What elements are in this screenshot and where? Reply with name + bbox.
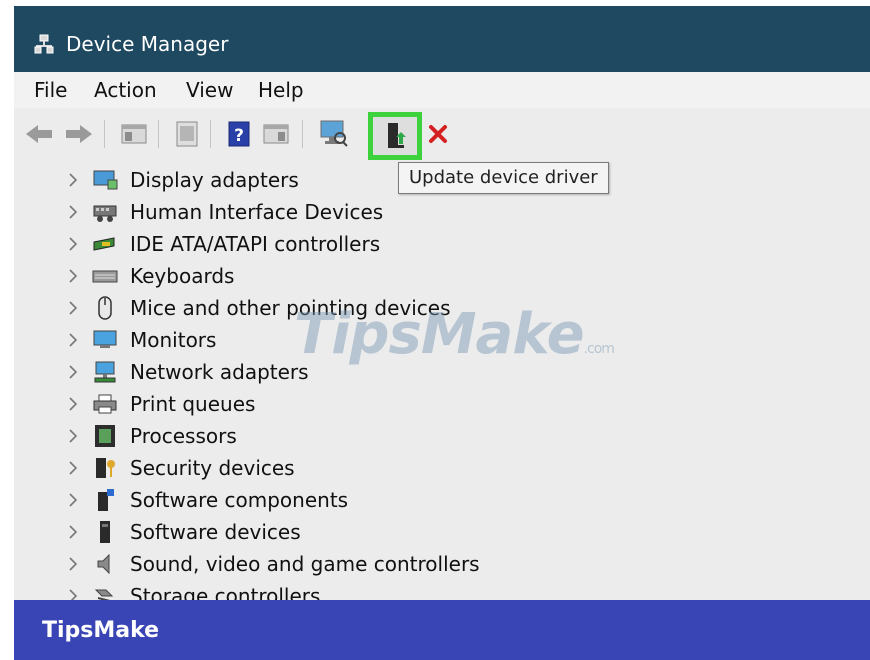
toolbar-separator [302, 120, 303, 148]
chevron-right-icon[interactable] [66, 267, 80, 285]
menu-bar: File Action View Help [14, 72, 870, 108]
chevron-right-icon[interactable] [66, 491, 80, 509]
tree-item-label: IDE ATA/ATAPI controllers [130, 232, 381, 256]
security-device-icon [96, 458, 115, 478]
scan-hardware-icon[interactable] [318, 118, 348, 148]
tree-item-security-devices[interactable]: Security devices [14, 454, 534, 484]
hid-icon [93, 205, 117, 222]
processor-icon [95, 425, 115, 447]
tree-item-label: Security devices [130, 456, 295, 480]
software-device-icon [100, 521, 110, 543]
toolbar-separator [104, 120, 105, 148]
display-adapter-icon [93, 170, 118, 190]
tree-item-label: Network adapters [130, 360, 309, 384]
network-adapter-icon [94, 361, 116, 383]
speaker-icon [97, 553, 110, 575]
mouse-icon [98, 296, 112, 320]
tree-item-storage-controllers[interactable]: Storage controllers [14, 582, 534, 600]
storage-controller-icon [94, 589, 114, 600]
properties-icon[interactable] [174, 120, 200, 148]
tree-item-software-devices[interactable]: Software devices [14, 518, 534, 548]
tree-item-sound-video-game-controllers[interactable]: Sound, video and game controllers [14, 550, 534, 580]
ide-controller-icon [93, 237, 115, 251]
forward-arrow-icon[interactable] [62, 122, 94, 146]
uninstall-device-icon[interactable] [428, 124, 448, 144]
menu-help[interactable]: Help [258, 78, 304, 102]
chevron-right-icon[interactable] [66, 331, 80, 349]
help-icon[interactable]: ? [226, 120, 252, 148]
chevron-right-icon[interactable] [66, 363, 80, 381]
chevron-right-icon[interactable] [66, 203, 80, 221]
printer-icon [93, 394, 117, 414]
menu-action[interactable]: Action [94, 78, 157, 102]
tree-item-processors[interactable]: Processors [14, 422, 534, 452]
show-hide-console-tree-icon[interactable] [120, 122, 148, 146]
toolbar-separator [210, 120, 211, 148]
toolbar-separator [158, 120, 159, 148]
tree-item-label: Keyboards [130, 264, 235, 288]
tree-item-label: Monitors [130, 328, 217, 352]
tree-item-label: Display adapters [130, 168, 299, 192]
menu-view[interactable]: View [186, 78, 233, 102]
screenshot-frame: Device Manager File Action View Help ? U… [0, 0, 870, 660]
tree-item-label: Human Interface Devices [130, 200, 384, 224]
watermark-suffix: .com [583, 341, 615, 357]
chevron-right-icon[interactable] [66, 459, 80, 477]
window-title: Device Manager [66, 32, 229, 56]
tree-item-monitors[interactable]: Monitors [14, 326, 534, 356]
footer-banner: TipsMake [14, 600, 870, 660]
monitor-icon [93, 330, 117, 348]
chevron-right-icon[interactable] [66, 395, 80, 413]
chevron-right-icon[interactable] [66, 555, 80, 573]
chevron-right-icon[interactable] [66, 235, 80, 253]
keyboard-icon [92, 270, 118, 283]
chevron-right-icon[interactable] [66, 171, 80, 189]
tree-item-keyboards[interactable]: Keyboards [14, 262, 534, 292]
tree-item-software-components[interactable]: Software components [14, 486, 534, 516]
tree-item-label: Software devices [130, 520, 301, 544]
brand-logo-text: TipsMake [42, 618, 160, 643]
toolbar: ? [14, 108, 870, 160]
title-bar: Device Manager [14, 6, 870, 72]
chevron-right-icon[interactable] [66, 299, 80, 317]
tree-item-label: Mice and other pointing devices [130, 296, 451, 320]
tree-item-label: Software components [130, 488, 349, 512]
chevron-right-icon[interactable] [66, 523, 80, 541]
chevron-right-icon[interactable] [66, 587, 80, 600]
action-pane-icon[interactable] [262, 122, 290, 146]
tree-item-ide-controllers[interactable]: IDE ATA/ATAPI controllers [14, 230, 534, 260]
tree-item-label: Sound, video and game controllers [130, 552, 480, 576]
update-driver-icon[interactable] [384, 120, 410, 150]
tree-item-network-adapters[interactable]: Network adapters [14, 358, 534, 388]
tree-item-label: Processors [130, 424, 237, 448]
menu-file[interactable]: File [34, 78, 67, 102]
tree-item-label: Storage controllers [130, 584, 321, 600]
tree-item-label: Print queues [130, 392, 256, 416]
device-manager-icon [34, 34, 54, 54]
tree-item-print-queues[interactable]: Print queues [14, 390, 534, 420]
chevron-right-icon[interactable] [66, 427, 80, 445]
tree-item-mice[interactable]: Mice and other pointing devices [14, 294, 534, 324]
device-manager-window: Device Manager File Action View Help ? U… [14, 6, 870, 600]
svg-text:?: ? [234, 126, 244, 146]
tree-item-display-adapters[interactable]: Display adapters [14, 166, 534, 196]
software-component-icon [98, 489, 114, 511]
back-arrow-icon[interactable] [24, 122, 56, 146]
tree-item-human-interface-devices[interactable]: Human Interface Devices [14, 198, 534, 228]
